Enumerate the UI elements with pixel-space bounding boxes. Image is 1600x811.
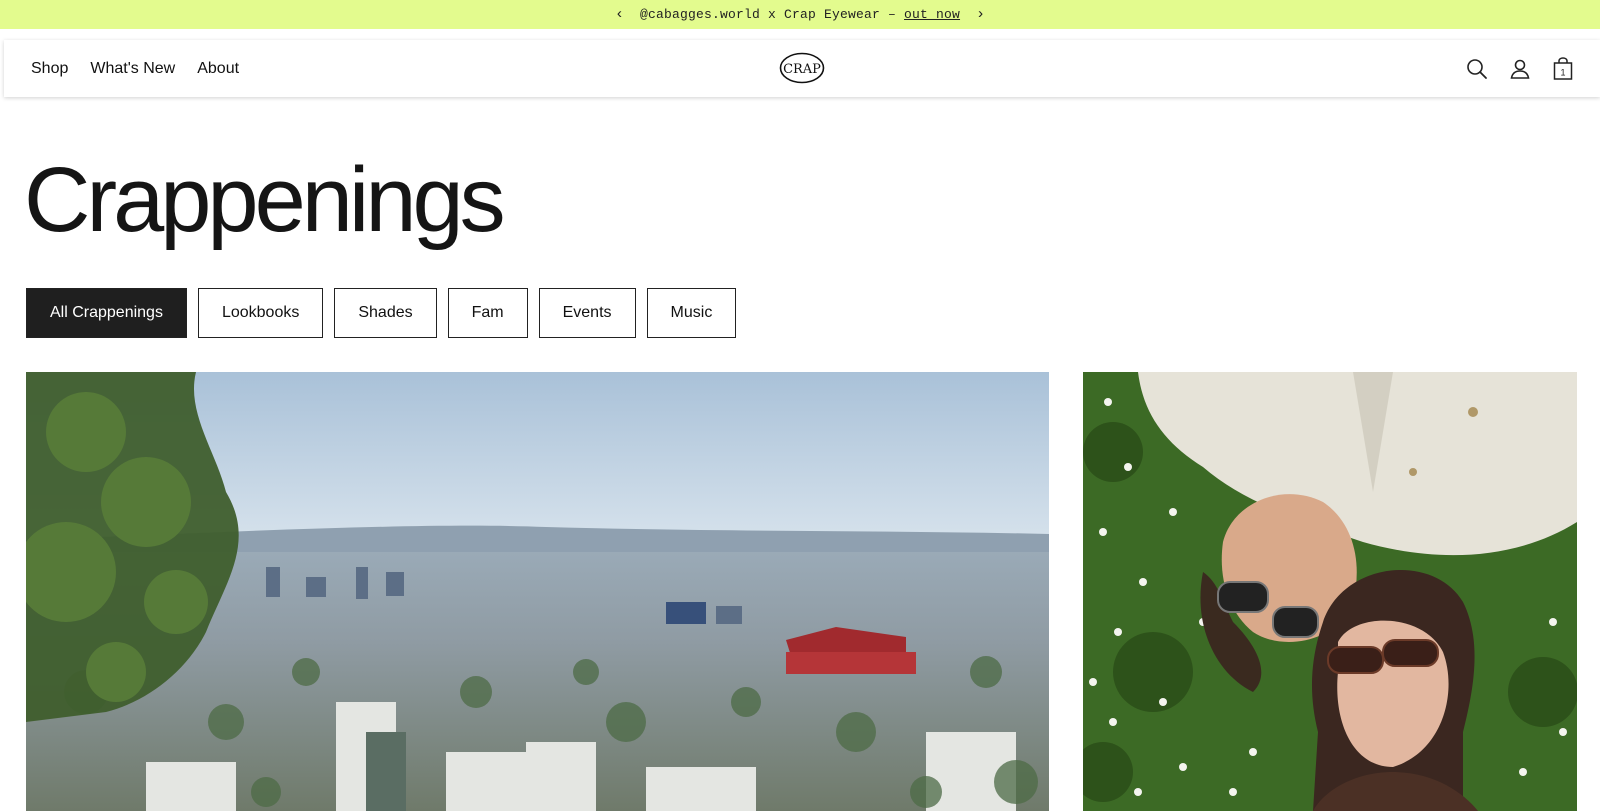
couple-grass-image	[1083, 372, 1577, 811]
nav-whats-new[interactable]: What's New	[90, 60, 175, 78]
header-icons: 1	[1447, 40, 1576, 97]
filter-shades[interactable]: Shades	[334, 288, 437, 338]
page-title: Crappenings	[24, 149, 506, 251]
filter-music[interactable]: Music	[646, 288, 737, 338]
account-icon[interactable]	[1507, 56, 1533, 82]
brand-logo[interactable]: CRAP	[779, 52, 825, 84]
search-icon[interactable]	[1464, 56, 1490, 82]
nav-about[interactable]: About	[197, 60, 239, 78]
nav-shop[interactable]: Shop	[31, 60, 68, 78]
article-card-city-view[interactable]	[26, 372, 1049, 811]
filter-fam[interactable]: Fam	[447, 288, 528, 338]
main-nav: Shop What's New About	[31, 40, 261, 97]
article-card-couple-grass[interactable]	[1083, 372, 1577, 811]
announcement-message: @cabagges.world x Crap Eyewear –	[639, 7, 905, 22]
announcement-bar: ‹ @cabagges.world x Crap Eyewear – out n…	[0, 0, 1600, 29]
cart-count: 1	[1560, 67, 1565, 77]
announcement-next-arrow[interactable]: ›	[968, 7, 993, 22]
filter-lookbooks[interactable]: Lookbooks	[197, 288, 324, 338]
logo-text: CRAP	[783, 62, 821, 77]
site-header: Shop What's New About CRAP 1	[4, 40, 1600, 97]
announcement-prev-arrow[interactable]: ‹	[607, 7, 632, 22]
announcement-text: @cabagges.world x Crap Eyewear – out now	[632, 7, 968, 22]
filter-events[interactable]: Events	[538, 288, 636, 338]
announcement-link[interactable]: out now	[904, 7, 960, 22]
city-view-image	[26, 372, 1049, 811]
filter-all-crappenings[interactable]: All Crappenings	[26, 288, 187, 338]
category-filters: All Crappenings Lookbooks Shades Fam Eve…	[26, 288, 747, 338]
cart-icon[interactable]: 1	[1550, 56, 1576, 82]
